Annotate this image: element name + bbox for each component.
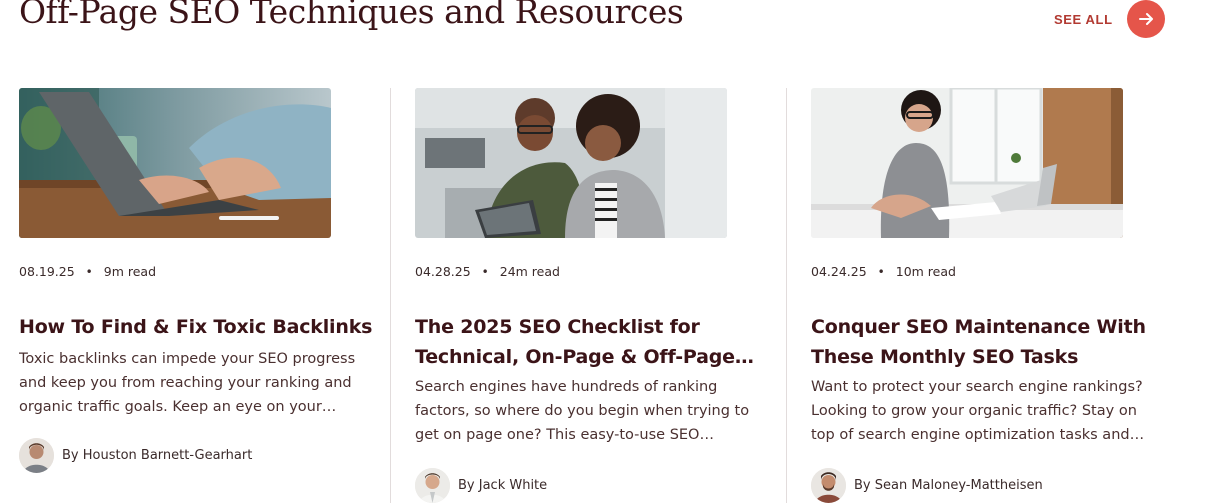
author-name: By Sean Maloney-Mattheisen [854,478,1043,493]
article-card[interactable]: 08.19.25 • 9m read How To Find & Fix Tox… [19,88,384,503]
woman-writing-photo[interactable] [811,88,1123,238]
meta-separator: • [85,264,93,279]
meta-separator: • [877,264,885,279]
article-title[interactable]: How To Find & Fix Toxic Backlinks [19,312,379,342]
see-all-button[interactable] [1126,0,1165,38]
coworkers-tablet-photo[interactable] [415,88,727,238]
card-divider [786,88,787,503]
article-meta: 04.28.25 • 24m read [415,264,560,279]
article-description: Toxic backlinks can impede your SEO prog… [19,351,356,415]
article-card[interactable]: 04.24.25 • 10m read Conquer SEO Maintena… [811,88,1176,503]
avatar [811,468,846,503]
section-title: Off-Page SEO Techniques and Resources [19,0,684,31]
article-date: 04.24.25 [811,264,867,279]
see-all-link[interactable]: SEE ALL [1054,0,1165,38]
article-title[interactable]: Conquer SEO Maintenance With These Month… [811,312,1171,372]
article-author: By Sean Maloney-Mattheisen [811,468,1043,503]
read-time: 9m read [103,264,157,279]
article-description: Want to protect your search engine ranki… [811,379,1145,443]
read-time: 24m read [499,264,560,279]
article-author: By Jack White [415,468,547,503]
read-time: 10m read [895,264,956,279]
article-cards: 08.19.25 • 9m read How To Find & Fix Tox… [0,88,1208,503]
author-name: By Jack White [458,478,548,493]
article-date: 04.28.25 [415,264,471,279]
article-meta: 04.24.25 • 10m read [811,264,956,279]
author-name: By Houston Barnett-Gearhart [62,448,253,463]
article-title[interactable]: The 2025 SEO Checklist for Technical, On… [415,312,775,372]
arrow-right-icon [1138,13,1153,25]
avatar [19,438,54,473]
article-card[interactable]: 04.28.25 • 24m read The 2025 SEO Checkli… [415,88,780,503]
see-all-label[interactable]: SEE ALL [1054,12,1113,27]
article-description: Search engines have hundreds of ranking … [415,379,750,443]
laptop-typing-photo[interactable] [19,88,331,238]
card-divider [390,88,391,503]
meta-separator: • [481,264,489,279]
article-date: 08.19.25 [19,264,75,279]
avatar [415,468,450,503]
article-author: By Houston Barnett-Gearhart [19,438,252,473]
article-meta: 08.19.25 • 9m read [19,264,156,279]
